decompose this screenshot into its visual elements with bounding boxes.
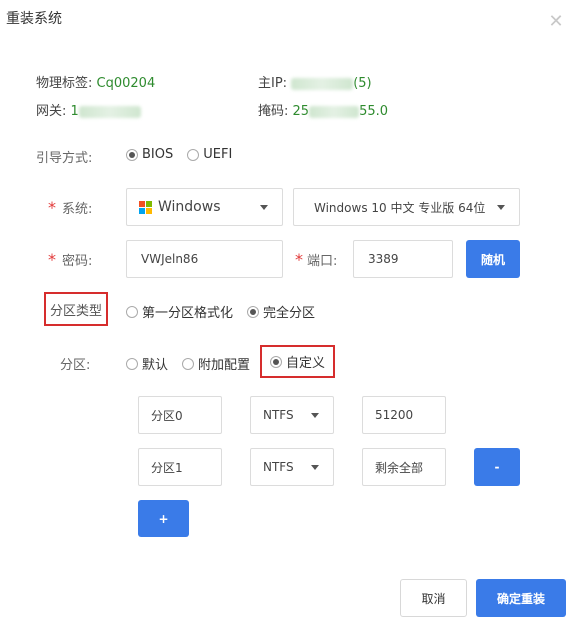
partition-type-option-format-first[interactable]: 第一分区格式化 <box>126 302 233 321</box>
partition-size-value: 剩余全部 <box>375 460 424 475</box>
partition-type-option-label: 第一分区格式化 <box>142 306 234 321</box>
partition-fs-select[interactable]: NTFS <box>250 396 334 434</box>
radio-unchecked-icon <box>182 357 195 370</box>
windows-logo-icon <box>139 200 152 214</box>
password-input[interactable]: VWJeln86 <box>126 240 283 278</box>
partition-size-input[interactable]: 剩余全部 <box>362 448 446 486</box>
chevron-down-icon <box>497 204 505 210</box>
main-ip-label: 主IP: <box>258 76 288 91</box>
gateway-prefix: 1 <box>70 104 79 119</box>
radio-checked-icon <box>269 355 282 368</box>
remove-partition-button[interactable]: - <box>474 448 520 486</box>
password-value: VWJeln86 <box>141 252 199 266</box>
partition-name-input[interactable]: 分区1 <box>138 448 222 486</box>
radio-unchecked-icon <box>126 357 138 370</box>
boot-option-label: BIOS <box>142 147 174 162</box>
dialog-header <box>0 0 575 44</box>
partition-option-label: 自定义 <box>285 356 325 371</box>
mask-suffix: 55.0 <box>359 104 389 119</box>
dialog-title: 重装系统 <box>6 11 62 27</box>
boot-label: 引导方式: <box>36 151 93 166</box>
chevron-down-icon <box>260 204 268 210</box>
partition-type-option-label: 完全分区 <box>263 306 316 321</box>
boot-option-label: UEFI <box>203 147 233 162</box>
partition-radio-group: 默认 附加配置 <box>126 354 250 373</box>
port-input[interactable]: 3389 <box>353 240 453 278</box>
port-label: 端口: <box>307 254 338 269</box>
mask-row: 掩码: 25 55.0 <box>258 100 388 119</box>
partition-fs-value: NTFS <box>263 408 294 422</box>
partition-type-radio-group: 第一分区格式化 完全分区 <box>126 302 315 321</box>
partition-option-label: 默认 <box>142 358 169 373</box>
main-ip-redacted <box>291 77 354 90</box>
partition-size-value: 51200 <box>375 408 414 422</box>
radio-unchecked-icon <box>187 148 200 161</box>
boot-radio-group: BIOS UEFI <box>126 147 232 162</box>
partition-option-label: 附加配置 <box>198 358 251 373</box>
asset-tag-value: Cq00204 <box>96 76 156 91</box>
partition-type-option-full[interactable]: 完全分区 <box>247 302 315 321</box>
radio-checked-icon <box>126 148 138 161</box>
gateway-redacted <box>78 105 141 118</box>
partition-option-extra[interactable]: 附加配置 <box>182 354 250 373</box>
confirm-reinstall-button[interactable]: 确定重装 <box>476 579 566 617</box>
partition-option-custom-highlight: 自定义 <box>260 345 335 378</box>
chevron-down-icon <box>311 412 319 418</box>
partition-option-custom[interactable]: 自定义 <box>269 352 325 371</box>
gateway-label: 网关: <box>36 104 67 119</box>
partition-name-value: 分区1 <box>151 460 183 475</box>
add-partition-button[interactable]: + <box>138 500 189 537</box>
mask-prefix: 25 <box>292 104 310 119</box>
partition-size-input[interactable]: 51200 <box>362 396 446 434</box>
os-family-selected: Windows <box>139 199 221 215</box>
boot-option-bios[interactable]: BIOS <box>126 147 173 162</box>
port-label-group: * 端口: <box>295 250 337 269</box>
partition-name-input[interactable]: 分区0 <box>138 396 222 434</box>
os-family-select[interactable]: Windows <box>126 188 283 226</box>
os-version-select[interactable]: Windows 10 中文 专业版 64位 <box>293 188 520 226</box>
chevron-down-icon <box>311 464 319 470</box>
radio-checked-icon <box>247 305 260 318</box>
partition-type-label: 分区类型 <box>49 303 102 319</box>
mask-label: 掩码: <box>258 104 289 119</box>
boot-option-uefi[interactable]: UEFI <box>187 147 232 162</box>
required-asterisk: * <box>295 250 303 269</box>
os-version-value: Windows 10 中文 专业版 64位 <box>314 200 486 215</box>
port-value: 3389 <box>368 252 399 266</box>
required-asterisk: * <box>48 198 56 217</box>
main-ip-row: 主IP: (5) <box>258 72 372 91</box>
gateway-row: 网关: 1 <box>36 100 141 119</box>
os-family-value: Windows <box>158 199 221 215</box>
cancel-button[interactable]: 取消 <box>400 579 467 617</box>
partition-fs-select[interactable]: NTFS <box>250 448 334 486</box>
random-password-button[interactable]: 随机 <box>466 240 520 278</box>
password-label: 密码: <box>62 254 93 269</box>
partition-option-default[interactable]: 默认 <box>126 354 168 373</box>
system-label-group: * 系统: <box>48 198 92 217</box>
partition-name-value: 分区0 <box>151 408 183 423</box>
required-asterisk: * <box>48 250 56 269</box>
system-label: 系统: <box>62 202 93 217</box>
partition-type-label-highlight: 分区类型 <box>44 292 108 326</box>
mask-redacted <box>309 105 360 118</box>
main-ip-suffix: (5) <box>353 76 372 91</box>
radio-unchecked-icon <box>126 305 138 318</box>
password-label-group: * 密码: <box>48 250 92 269</box>
partition-fs-value: NTFS <box>263 460 294 474</box>
close-icon[interactable]: ✕ <box>548 13 564 31</box>
asset-tag-row: 物理标签: Cq00204 <box>36 72 155 91</box>
asset-tag-label: 物理标签: <box>36 76 93 91</box>
partition-label: 分区: <box>60 358 91 373</box>
